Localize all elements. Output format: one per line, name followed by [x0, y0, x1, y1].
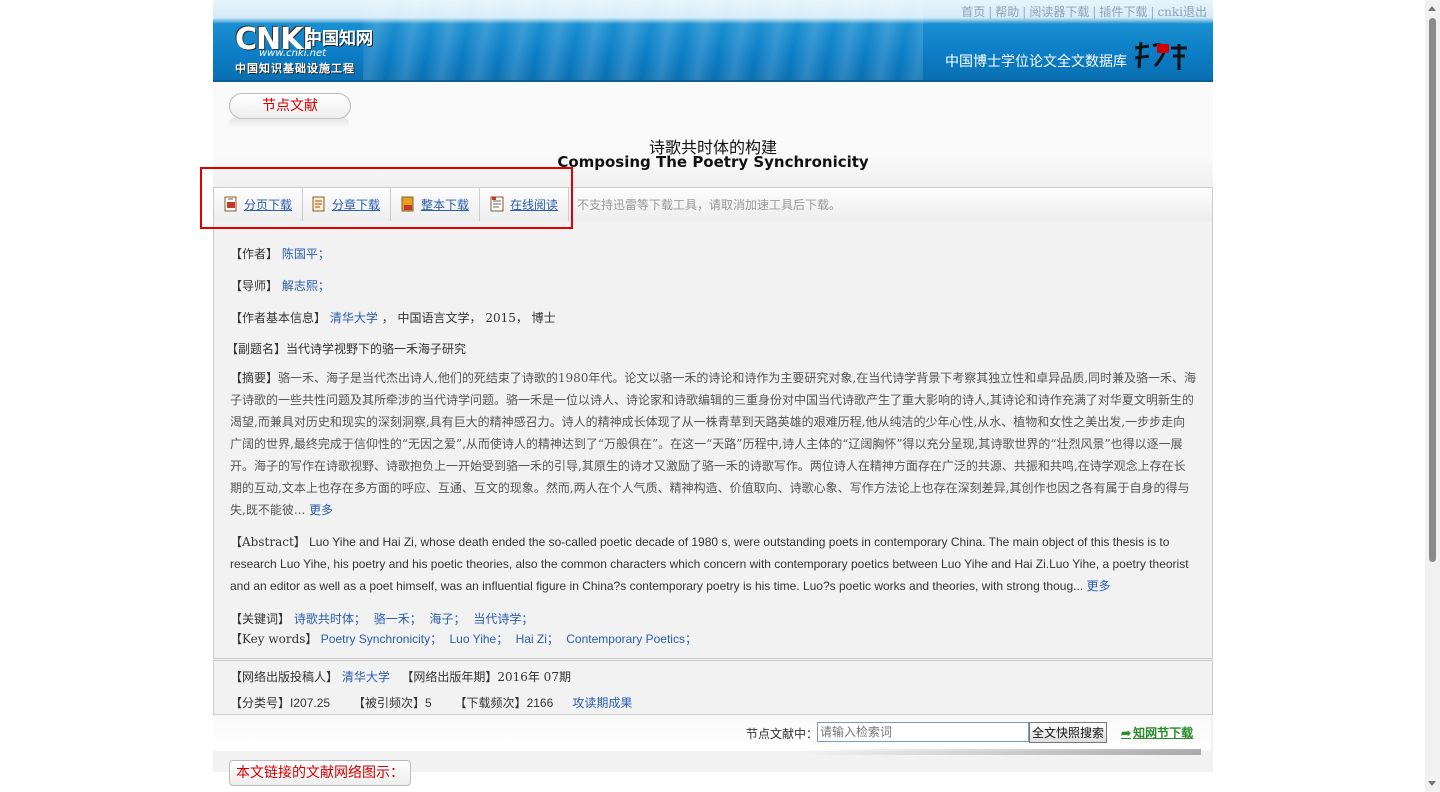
keyword-en-link[interactable]: Luo Yihe； — [450, 632, 509, 646]
zhiwangjie-seal-icon — [1134, 41, 1187, 70]
submitter-link[interactable]: 清华大学 — [342, 670, 390, 684]
node-search-bar: 节点文献中： 全文快照搜索 ➦知网节下载 — [213, 715, 1211, 755]
publication-row: 【网络出版投稿人】 清华大学 【网络出版年期】2016年 07期 — [230, 668, 571, 685]
abstract-en-more-link[interactable]: 更多 — [1086, 579, 1110, 593]
search-label: 节点文献中： — [746, 727, 819, 741]
advisor-link[interactable]: 解志熙； — [282, 279, 330, 293]
node-download-link[interactable]: ➦ 知网节下载 — [1121, 724, 1193, 741]
keyword-link[interactable]: 当代诗学； — [473, 612, 533, 626]
keyword-link[interactable]: 诗歌共时体； — [294, 612, 366, 626]
document-info-box: 【作者】 陈国平； 【导师】 解志熙； 【作者基本信息】 清华大学 ， 中国语言… — [213, 221, 1213, 659]
cited-value: 5 — [424, 696, 432, 710]
logo-subtitle: 中国知识基础设施工程 — [235, 62, 355, 75]
abstract-en-block: 【Abstract】 Luo Yihe and Hai Zi, whose de… — [230, 531, 1196, 597]
author-info-label: 【作者基本信息】 — [230, 311, 327, 325]
subtitle-value: 当代诗学视野下的骆一禾海子研究 — [286, 342, 467, 356]
author-label: 【作者】 — [230, 247, 279, 261]
document-network-button[interactable]: 本文链接的文献网络图示： — [229, 760, 411, 786]
abstract-en-text: Luo Yihe and Hai Zi, whose death ended t… — [230, 535, 1189, 593]
keywords-en-label: 【Key words】 — [230, 632, 318, 646]
class-label: 【分类号】 — [230, 696, 291, 710]
subtitle-row: 【副题名】当代诗学视野下的骆一禾海子研究 — [226, 340, 466, 357]
subtitle-label: 【副题名】 — [226, 342, 287, 356]
nav-logout-link[interactable]: cnki退出 — [1157, 5, 1207, 19]
abstract-cn-more-link[interactable]: 更多 — [309, 503, 333, 517]
download-count-value: 2166 — [526, 696, 554, 710]
header-banner: 首页 | 帮助 | 阅读器下载 | 插件下载 | cnki退出 CNKI 中国知网 www.cn… — [213, 0, 1213, 82]
top-nav: 首页 | 帮助 | 阅读器下载 | 插件下载 | cnki退出 — [961, 5, 1207, 19]
cited-label: 【被引频次】 — [352, 696, 425, 710]
nav-reader-download-link[interactable]: 阅读器下载 — [1029, 5, 1089, 19]
banner-decoration — [363, 0, 923, 80]
nav-help-link[interactable]: 帮助 — [995, 5, 1019, 19]
publication-info-box: 【网络出版投稿人】 清华大学 【网络出版年期】2016年 07期 【分类号】I2… — [213, 660, 1213, 715]
keyword-en-link[interactable]: Contemporary Poetics； — [566, 632, 697, 646]
download-tool-notice: 不支持迅雷等下载工具，请取消加速工具后下载。 — [577, 198, 842, 212]
keyword-en-link[interactable]: Hai Zi； — [516, 632, 559, 646]
keyword-en-link[interactable]: Poetry Synchronicity； — [321, 632, 442, 646]
abstract-cn-label: 【摘要】 — [230, 371, 279, 385]
scroll-up-arrow-icon[interactable] — [1428, 6, 1436, 11]
author-info-row: 【作者基本信息】 清华大学 ， 中国语言文学， 2015， 博士 — [230, 309, 556, 326]
cnki-logo[interactable]: CNKI 中国知网 www.cnki.net 中国知识基础设施工程 — [233, 22, 373, 75]
author-row: 【作者】 陈国平； — [230, 245, 330, 262]
author-info-details: ， 中国语言文学， 2015， 博士 — [381, 311, 556, 325]
keywords-en-row: 【Key words】 Poetry Synchronicity； Luo Yi… — [230, 630, 701, 647]
nav-home-link[interactable]: 首页 — [961, 5, 985, 19]
abstract-cn-block: 【摘要】骆一禾、海子是当代杰出诗人,他们的死结束了诗歌的1980年代。论文以骆一… — [230, 367, 1196, 521]
badge-reflection — [229, 118, 349, 128]
logo-url-text: www.cnki.net — [259, 48, 327, 59]
keywords-cn-label: 【关键词】 — [230, 612, 291, 626]
class-value: I207.25 — [290, 696, 331, 710]
research-results-link[interactable]: 攻读期成果 — [572, 696, 632, 710]
page-container: 首页 | 帮助 | 阅读器下载 | 插件下载 | cnki退出 CNKI 中国知网 www.cn… — [213, 0, 1213, 792]
database-name: 中国博士学位论文全文数据库 — [945, 54, 1127, 70]
page-scrollbar[interactable] — [1425, 0, 1440, 792]
pub-year-value: 2016年 07期 — [497, 670, 571, 684]
node-document-badge: 节点文献 — [229, 93, 351, 119]
logo-cn-text: 中国知网 — [305, 29, 373, 49]
pub-year-label: 【网络出版年期】 — [401, 670, 498, 684]
keyword-link[interactable]: 海子； — [430, 612, 466, 626]
toolbar-highlight-box — [200, 167, 573, 229]
green-arrow-icon: ➦ — [1121, 726, 1132, 740]
search-bar-shadow — [801, 749, 1201, 755]
fulltext-search-button[interactable]: 全文快照搜索 — [1029, 722, 1107, 743]
advisor-label: 【导师】 — [230, 279, 279, 293]
abstract-cn-text: 骆一禾、海子是当代杰出诗人,他们的死结束了诗歌的1980年代。论文以骆一禾的诗论… — [230, 371, 1197, 517]
scrollbar-thumb[interactable] — [1429, 18, 1436, 562]
node-download-label: 知网节下载 — [1133, 726, 1194, 740]
advisor-row: 【导师】 解志熙； — [230, 277, 330, 294]
nav-plugin-download-link[interactable]: 插件下载 — [1099, 5, 1147, 19]
keywords-cn-row: 【关键词】 诗歌共时体； 骆一禾； 海子； 当代诗学； — [230, 610, 537, 627]
school-link[interactable]: 清华大学 — [330, 311, 378, 325]
scroll-down-arrow-icon[interactable] — [1428, 781, 1436, 786]
download-count-label: 【下载频次】 — [454, 696, 527, 710]
search-input[interactable] — [817, 722, 1029, 742]
submitter-label: 【网络出版投稿人】 — [230, 670, 339, 684]
author-link[interactable]: 陈国平； — [282, 247, 330, 261]
keyword-link[interactable]: 骆一禾； — [374, 612, 422, 626]
abstract-en-label: 【Abstract】 — [230, 535, 306, 549]
classification-row: 【分类号】I207.25 【被引频次】5 【下载频次】2166 攻读期成果 — [230, 694, 632, 711]
